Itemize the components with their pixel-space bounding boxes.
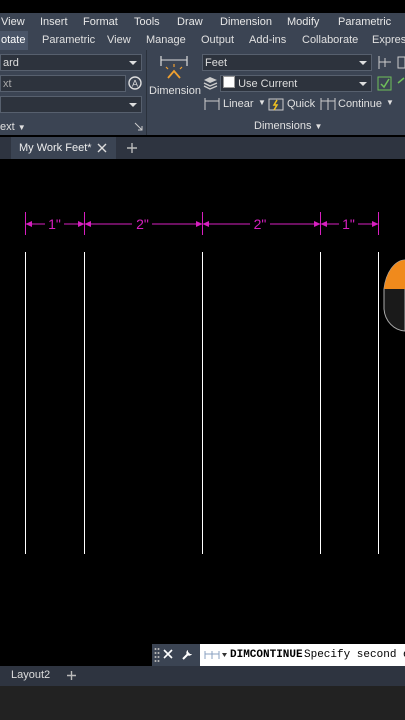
new-tab-icon[interactable] xyxy=(126,142,138,154)
tab-add-ins[interactable]: Add-ins xyxy=(249,34,286,46)
dim-tool-icon[interactable] xyxy=(397,54,405,71)
tab-layout2[interactable]: Layout2 xyxy=(11,669,50,681)
dimension-text: 2" xyxy=(254,216,267,232)
caret-down-icon: ▼ xyxy=(314,122,323,131)
dimensions-panel-label[interactable]: Dimensions ▼ xyxy=(254,120,322,132)
layers-icon[interactable] xyxy=(203,76,218,90)
tab-output[interactable]: Output xyxy=(201,34,234,46)
dimension-layer-dropdown[interactable]: Use Current xyxy=(220,75,372,92)
find-text-icon[interactable]: A xyxy=(127,75,143,91)
document-tab-title: My Work Feet* xyxy=(19,142,92,154)
tab-manage[interactable]: Manage xyxy=(146,34,186,46)
dimension-layer-value: Use Current xyxy=(238,78,298,90)
chevron-down-icon xyxy=(129,103,137,107)
linear-caret-icon[interactable]: ▼ xyxy=(258,98,266,107)
text-style-dropdown[interactable]: ard xyxy=(0,54,142,71)
dimension-text: 2" xyxy=(136,216,149,232)
command-name: DIMCONTINUE xyxy=(230,649,303,661)
dimension-button-label[interactable]: Dimension xyxy=(149,85,201,97)
text-search-field[interactable]: xt xyxy=(0,75,126,92)
chevron-down-icon xyxy=(129,61,137,65)
layout-tab-bar: Layout2 xyxy=(0,666,405,686)
dimension-text: 1" xyxy=(342,216,355,232)
tab-view[interactable]: View xyxy=(107,34,131,46)
command-input[interactable]: DIMCONTINUE Specify second e xyxy=(200,644,405,666)
menu-bar: View Insert Format Tools Draw Dimension … xyxy=(0,13,405,31)
dimension-arrow xyxy=(372,221,379,227)
tab-parametric[interactable]: Parametric xyxy=(42,34,95,46)
continue-dimension-icon[interactable] xyxy=(320,97,336,111)
dim-check-icon[interactable] xyxy=(376,75,394,92)
dimension-arrow xyxy=(78,221,85,227)
text-style-value: ard xyxy=(3,57,19,69)
status-bar xyxy=(0,686,405,720)
add-layout-icon[interactable] xyxy=(66,670,77,681)
tab-express[interactable]: Express xyxy=(372,34,405,46)
menu-draw[interactable]: Draw xyxy=(177,16,203,28)
quick-button[interactable]: Quick xyxy=(287,98,315,110)
menu-format[interactable]: Format xyxy=(83,16,118,28)
dim-style-tool-icon[interactable] xyxy=(376,54,394,71)
text-panel-title: ext xyxy=(0,121,15,133)
dimension-arrow xyxy=(196,221,203,227)
command-grip-icon[interactable] xyxy=(154,647,160,663)
command-prompt: Specify second e xyxy=(304,649,405,661)
dimension-style-dropdown[interactable]: Feet xyxy=(202,54,372,71)
layer-color-swatch xyxy=(223,76,235,88)
menu-view[interactable]: View xyxy=(1,16,25,28)
dimension-arrow xyxy=(320,221,327,227)
chevron-down-icon xyxy=(359,82,367,86)
svg-text:A: A xyxy=(132,79,138,89)
drawing-geometry: 1" 2" 2" 1" xyxy=(25,212,405,554)
panel-separator xyxy=(146,50,147,135)
dimensions-panel-title: Dimensions xyxy=(254,120,312,132)
menu-insert[interactable]: Insert xyxy=(40,16,68,28)
dimension-style-value: Feet xyxy=(205,57,228,69)
linear-dimension-icon[interactable] xyxy=(204,97,220,111)
close-icon[interactable] xyxy=(96,142,108,154)
dimension-arrow xyxy=(25,221,32,227)
dimension-text: 1" xyxy=(48,216,61,232)
wrench-icon[interactable] xyxy=(181,647,195,661)
menu-dimension[interactable]: Dimension xyxy=(220,16,272,28)
dimension-icon[interactable] xyxy=(159,54,189,82)
tab-collaborate[interactable]: Collaborate xyxy=(302,34,358,46)
caret-down-icon: ▼ xyxy=(17,123,26,132)
menu-tools[interactable]: Tools xyxy=(134,16,160,28)
quick-dimension-icon[interactable] xyxy=(268,96,284,112)
dim-update-icon[interactable] xyxy=(397,75,405,92)
text-height-dropdown[interactable] xyxy=(0,96,142,113)
dimcontinue-command-icon xyxy=(204,651,227,659)
continue-caret-icon[interactable]: ▼ xyxy=(386,98,394,107)
tab-annotate[interactable]: otate xyxy=(0,31,29,50)
dimension-arrow xyxy=(202,221,209,227)
dialog-launcher-icon[interactable] xyxy=(134,122,143,131)
close-icon[interactable] xyxy=(162,648,174,660)
ribbon-tab-bar: otate Parametric View Manage Output Add-… xyxy=(0,31,405,51)
menu-parametric[interactable]: Parametric xyxy=(338,16,391,28)
continue-button[interactable]: Continue xyxy=(338,98,382,110)
linear-button[interactable]: Linear xyxy=(223,98,254,110)
dimension-arrow xyxy=(314,221,321,227)
menu-modify[interactable]: Modify xyxy=(287,16,319,28)
dimension-arrow xyxy=(84,221,91,227)
text-search-placeholder: xt xyxy=(3,78,12,90)
chevron-down-icon xyxy=(359,61,367,65)
text-panel-label[interactable]: ext ▼ xyxy=(0,121,26,133)
